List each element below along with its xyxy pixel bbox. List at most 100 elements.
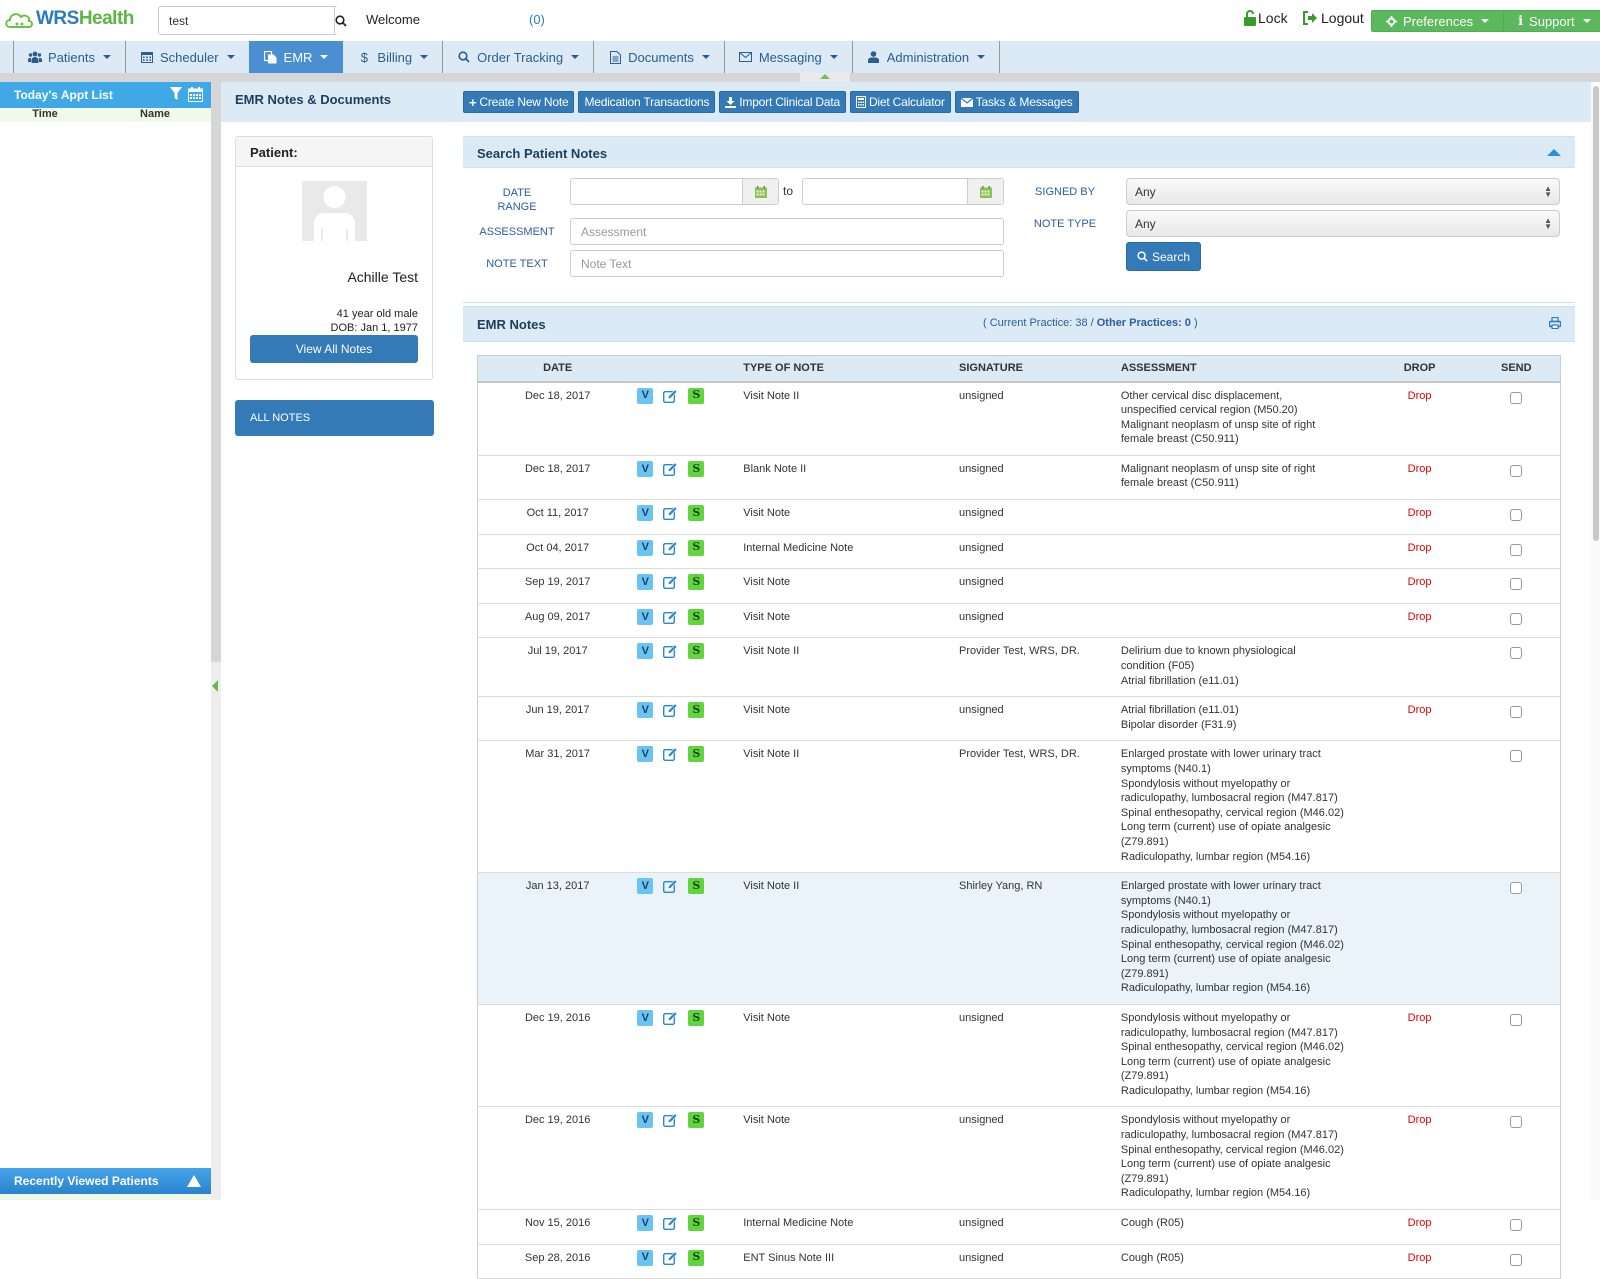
send-checkbox[interactable]: [1510, 706, 1523, 719]
view-note-button[interactable]: V: [637, 878, 654, 895]
sign-note-button[interactable]: S: [688, 608, 705, 625]
tasks-and-messages-button[interactable]: Tasks & Messages: [954, 91, 1079, 113]
edit-note-icon[interactable]: [663, 506, 678, 521]
edit-note-icon[interactable]: [663, 1216, 678, 1231]
note-type[interactable]: Visit Note: [743, 1106, 960, 1211]
edit-note-icon[interactable]: [663, 1113, 678, 1128]
message-count-link[interactable]: (0): [529, 12, 545, 27]
note-type[interactable]: Visit Note: [743, 499, 960, 535]
patient-search-button[interactable]: [334, 7, 347, 34]
date-from-field[interactable]: [570, 178, 779, 205]
import-clinical-data-button[interactable]: Import Clinical Data: [719, 91, 846, 113]
view-note-button[interactable]: V: [637, 505, 654, 522]
col-time[interactable]: Time: [0, 108, 90, 122]
table-row[interactable]: Aug 09, 2017 V S Visit Note unsigned Drop: [477, 603, 1561, 639]
send-checkbox[interactable]: [1510, 1219, 1523, 1232]
view-note-button[interactable]: V: [637, 608, 654, 625]
nav-administration[interactable]: Administration: [851, 41, 1001, 73]
nav-order-tracking[interactable]: Order Tracking: [442, 41, 593, 73]
table-row[interactable]: Sep 28, 2016 V S ENT Sinus Note III unsigned…: [477, 1244, 1561, 1279]
drop-link[interactable]: Drop: [1408, 507, 1432, 519]
view-note-button[interactable]: V: [637, 643, 654, 660]
edit-note-icon[interactable]: [663, 462, 678, 476]
note-type[interactable]: Visit Note: [743, 603, 960, 639]
drop-link[interactable]: Drop: [1408, 611, 1432, 623]
medication-transactions-button[interactable]: Medication Transactions: [578, 91, 716, 113]
edit-note-icon[interactable]: [663, 575, 678, 590]
col-assessment[interactable]: ASSESSMENT: [1120, 355, 1367, 383]
view-note-button[interactable]: V: [637, 1009, 654, 1026]
diet-calculator-button[interactable]: Diet Calculator: [849, 91, 951, 113]
table-row[interactable]: Sep 19, 2017 V S Visit Note unsigned Drop: [477, 568, 1561, 604]
view-note-button[interactable]: V: [637, 1112, 654, 1129]
view-note-button[interactable]: V: [637, 387, 654, 404]
table-row[interactable]: Dec 18, 2017 V S Blank Note II unsigned Malig…: [477, 455, 1561, 501]
drop-link[interactable]: Drop: [1408, 1252, 1432, 1264]
edit-note-icon[interactable]: [663, 747, 678, 762]
table-row[interactable]: Oct 11, 2017 V S Visit Note unsigned Drop: [477, 499, 1561, 535]
nav-emr[interactable]: EMR: [248, 41, 343, 73]
sign-note-button[interactable]: S: [688, 1009, 705, 1026]
print-icon[interactable]: [1548, 316, 1562, 332]
edit-note-icon[interactable]: [663, 541, 678, 555]
note-type[interactable]: Visit Note: [743, 1004, 960, 1108]
col-name[interactable]: Name: [115, 108, 195, 122]
nav-messaging[interactable]: Messaging: [723, 41, 852, 73]
nav-patients[interactable]: Patients: [13, 41, 125, 73]
sign-note-button[interactable]: S: [688, 539, 705, 556]
edit-note-icon[interactable]: [663, 610, 678, 624]
view-note-button[interactable]: V: [637, 539, 654, 556]
edit-note-icon[interactable]: [663, 644, 678, 659]
sign-note-button[interactable]: S: [688, 574, 705, 591]
drop-link[interactable]: Drop: [1408, 463, 1432, 475]
all-notes-button[interactable]: ALL NOTES: [235, 400, 434, 436]
send-checkbox[interactable]: [1510, 647, 1523, 660]
collapse-up-icon[interactable]: [1547, 149, 1561, 156]
nav-billing[interactable]: $ Billing: [342, 41, 442, 73]
filter-icon[interactable]: [170, 87, 182, 101]
view-all-notes-button[interactable]: View All Notes: [250, 335, 418, 363]
support-dropdown[interactable]: i Support: [1503, 11, 1600, 31]
sidebar-splitter[interactable]: [211, 82, 221, 1200]
send-checkbox[interactable]: [1510, 1253, 1523, 1266]
sign-note-button[interactable]: S: [688, 460, 705, 477]
table-row[interactable]: Dec 19, 2016 V S Visit Note unsigned Spondylo…: [477, 1106, 1561, 1211]
preferences-dropdown[interactable]: Preferences: [1372, 11, 1503, 31]
current-practice-link[interactable]: Current Practice: 38: [990, 317, 1088, 329]
table-row[interactable]: Dec 19, 2016 V S Visit Note unsigned Spondylo…: [477, 1004, 1561, 1108]
lock-button[interactable]: Lock: [1244, 10, 1288, 26]
edit-note-icon[interactable]: [663, 1011, 678, 1025]
drop-link[interactable]: Drop: [1408, 542, 1432, 554]
date-to-field[interactable]: [802, 178, 1004, 205]
nav-scheduler[interactable]: Scheduler: [124, 41, 249, 73]
wrs-health-logo[interactable]: WRSHealth: [4, 6, 134, 32]
patient-search-input[interactable]: [159, 7, 334, 34]
table-row[interactable]: Oct 04, 2017 V S Internal Medicine Note unsi…: [477, 534, 1561, 570]
sign-note-button[interactable]: S: [688, 1215, 705, 1232]
send-checkbox[interactable]: [1510, 1013, 1523, 1026]
table-row[interactable]: Jul 19, 2017 V S Visit Note II Provider Test…: [477, 637, 1561, 698]
col-type[interactable]: TYPE OF NOTE: [743, 355, 960, 383]
recently-viewed-patients-toggle[interactable]: Recently Viewed Patients: [0, 1168, 211, 1194]
assessment-input[interactable]: Assessment: [570, 218, 1004, 245]
create-new-note-button[interactable]: + Create New Note: [463, 91, 575, 113]
sign-note-button[interactable]: S: [688, 1112, 705, 1129]
logout-button[interactable]: Logout: [1302, 10, 1364, 26]
sign-note-button[interactable]: S: [688, 1249, 705, 1266]
note-type[interactable]: Visit Note: [743, 568, 960, 604]
table-row[interactable]: Jun 19, 2017 V S Visit Note unsigned Atrial f…: [477, 696, 1561, 742]
note-type[interactable]: Visit Note II: [743, 740, 960, 874]
drop-link[interactable]: Drop: [1408, 1012, 1432, 1024]
search-button[interactable]: Search: [1126, 242, 1202, 271]
sign-note-button[interactable]: S: [688, 878, 705, 895]
send-checkbox[interactable]: [1510, 578, 1523, 591]
signed-by-select[interactable]: Any ▲ ▼: [1126, 178, 1560, 205]
edit-note-icon[interactable]: [663, 879, 678, 894]
other-practices-link[interactable]: Other Practices: 0: [1097, 317, 1191, 329]
send-checkbox[interactable]: [1510, 543, 1523, 556]
drop-link[interactable]: Drop: [1408, 576, 1432, 588]
view-note-button[interactable]: V: [637, 1215, 654, 1232]
col-date[interactable]: DATE: [477, 355, 638, 383]
note-type[interactable]: ENT Sinus Note III: [743, 1244, 960, 1279]
note-type[interactable]: Internal Medicine Note: [743, 534, 960, 570]
